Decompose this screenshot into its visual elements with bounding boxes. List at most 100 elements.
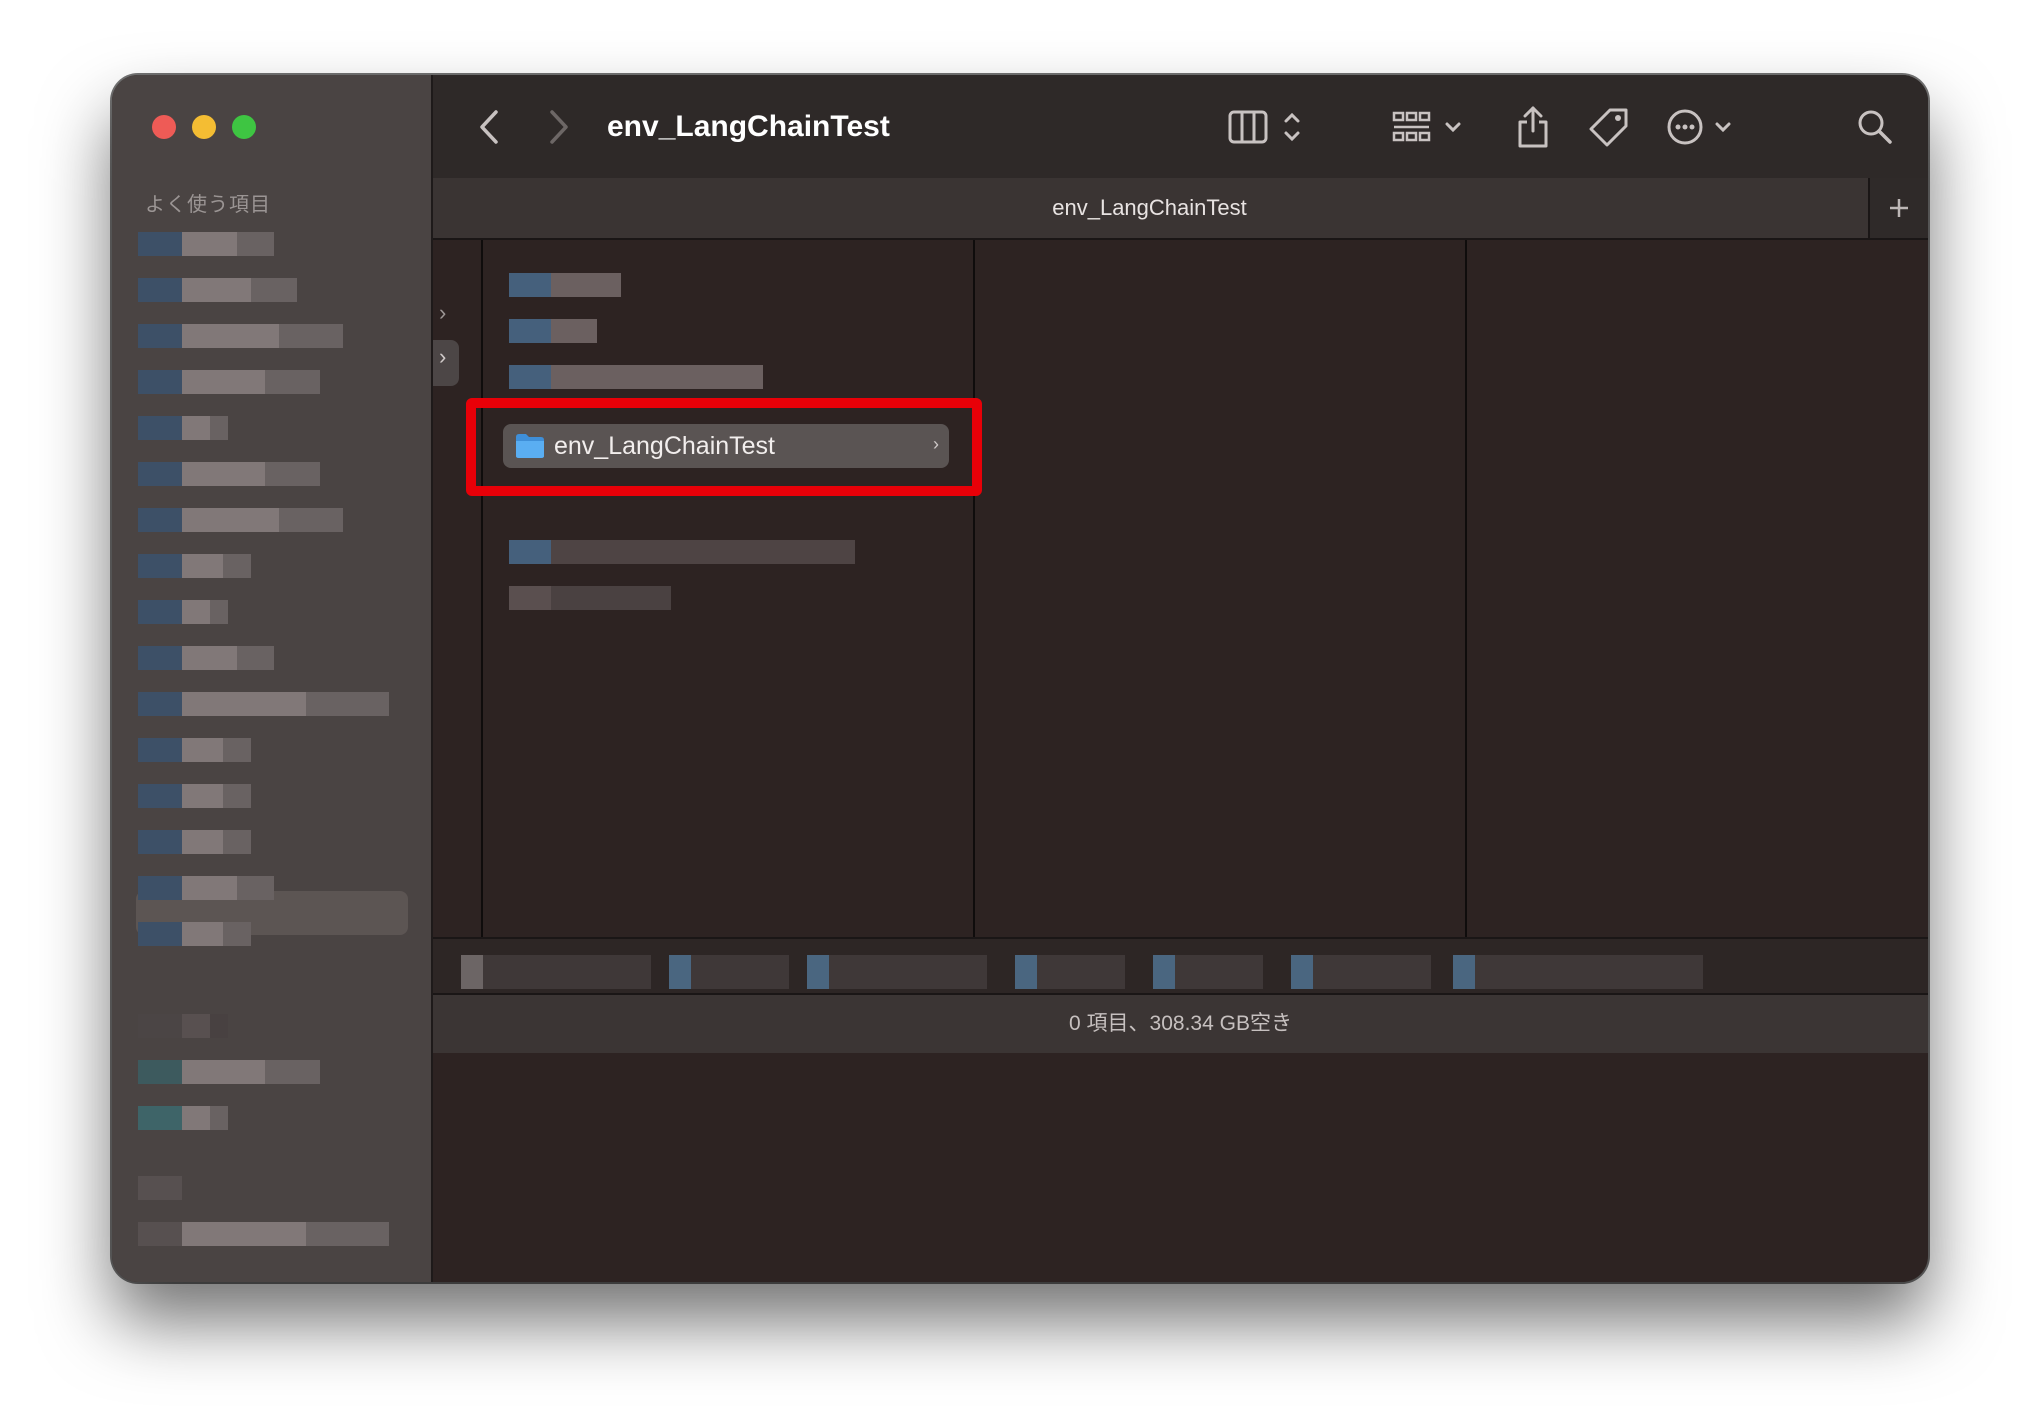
column-browser: › › — [433, 240, 1928, 937]
sidebar-item-label-redacted — [182, 922, 251, 946]
sidebar-item-label-redacted — [182, 830, 251, 854]
search-button[interactable] — [1853, 105, 1897, 149]
grid-group-icon — [1392, 111, 1461, 142]
sidebar-item-label-redacted — [182, 1014, 228, 1038]
sidebar-item-label-redacted — [182, 554, 251, 578]
sidebar-item-icon — [138, 830, 182, 854]
sidebar-item-icon — [138, 508, 182, 532]
sidebar-heading-favorites: よく使う項目 — [145, 194, 271, 216]
path-segment[interactable] — [1015, 955, 1125, 989]
sidebar-item-icon — [138, 462, 182, 486]
file-icon — [509, 586, 551, 610]
sidebar-item-label-redacted — [182, 278, 297, 302]
chevron-right-icon[interactable]: › — [439, 300, 446, 326]
sidebar-item-icon — [138, 1176, 182, 1200]
sidebar-item-label-redacted — [182, 1060, 320, 1084]
folder-icon — [509, 540, 551, 564]
disk-icon — [461, 955, 483, 989]
sidebar-item-label-redacted — [182, 232, 274, 256]
annotation-highlight-box — [466, 398, 982, 496]
sidebar-item-icon — [138, 876, 182, 900]
path-segment[interactable] — [669, 955, 789, 989]
view-mode-button[interactable] — [1226, 105, 1316, 149]
sidebar-item-label-redacted — [182, 508, 343, 532]
sidebar-item-icon — [138, 692, 182, 716]
sidebar-item-label-redacted — [182, 1222, 389, 1246]
folder-icon — [509, 365, 551, 389]
back-button[interactable] — [469, 105, 509, 149]
folder-icon — [509, 273, 551, 297]
tab-bar: env_LangChainTest — [433, 178, 1928, 240]
chevron-left-icon — [480, 110, 498, 144]
folder-icon — [509, 319, 551, 343]
path-segment[interactable] — [1291, 955, 1431, 989]
finder-window: よく使う項目 env_LangChainTest env_LangChainTe… — [112, 75, 1928, 1282]
column-divider[interactable] — [1465, 240, 1467, 937]
sidebar-item-label-redacted — [182, 784, 251, 808]
plus-icon — [1890, 199, 1908, 217]
sidebar-item-icon — [138, 232, 182, 256]
sidebar-item-icon — [138, 922, 182, 946]
sidebar-item-icon — [138, 324, 182, 348]
minimize-button[interactable] — [192, 115, 216, 139]
sidebar-item-icon — [138, 370, 182, 394]
folder-icon — [807, 955, 829, 989]
sidebar-item-label-redacted — [182, 416, 228, 440]
sidebar-item-icon — [138, 600, 182, 624]
path-segment[interactable] — [1453, 955, 1703, 989]
sidebar-item-label-redacted — [182, 324, 343, 348]
folder-icon — [1453, 955, 1475, 989]
window-controls — [152, 115, 256, 139]
more-actions-button[interactable] — [1665, 105, 1739, 149]
tag-button[interactable] — [1587, 105, 1631, 149]
sidebar: よく使う項目 — [112, 75, 433, 1282]
sidebar-item-icon — [138, 784, 182, 808]
path-segment[interactable] — [461, 955, 651, 989]
sidebar-item-icon — [138, 738, 182, 762]
chevron-right-icon: › — [439, 344, 447, 369]
columns-view-icon — [1228, 110, 1300, 144]
sidebar-item-label-redacted — [182, 462, 320, 486]
sidebar-item-icon — [138, 1222, 182, 1246]
sidebar-item-label-redacted — [182, 600, 228, 624]
sidebar-item-icon — [138, 416, 182, 440]
folder-icon — [1015, 955, 1037, 989]
ellipsis-circle-icon — [1667, 109, 1731, 145]
list-item-label-redacted — [551, 319, 597, 343]
group-button[interactable] — [1391, 105, 1467, 149]
sidebar-item-label-redacted — [182, 370, 320, 394]
tab-env-langchaintest[interactable]: env_LangChainTest — [433, 178, 1866, 238]
tag-icon — [1589, 108, 1628, 147]
sidebar-item-icon — [138, 1060, 182, 1084]
sidebar-item-icon — [138, 554, 182, 578]
chevron-right-icon — [550, 110, 568, 144]
sidebar-item-label-redacted — [182, 738, 251, 762]
list-item-label-redacted — [551, 540, 855, 564]
sidebar-item-label-redacted — [182, 1106, 228, 1130]
list-item-label-redacted — [551, 365, 763, 389]
folder-icon — [1153, 955, 1175, 989]
folder-icon — [669, 955, 691, 989]
path-segment[interactable] — [1153, 955, 1263, 989]
forward-button[interactable] — [539, 105, 579, 149]
folder-icon — [1291, 955, 1313, 989]
sidebar-item-label-redacted — [182, 646, 274, 670]
share-button[interactable] — [1513, 105, 1553, 149]
column-divider[interactable] — [481, 240, 483, 937]
close-button[interactable] — [152, 115, 176, 139]
search-icon — [1858, 110, 1892, 144]
column-divider[interactable] — [973, 240, 975, 937]
sidebar-item-label-redacted — [182, 692, 389, 716]
list-item-label-redacted — [551, 586, 671, 610]
zoom-button[interactable] — [232, 115, 256, 139]
window-title: env_LangChainTest — [607, 110, 890, 143]
share-icon — [1518, 106, 1548, 148]
sidebar-item-icon — [138, 278, 182, 302]
sidebar-item-icon — [138, 646, 182, 670]
status-bar: 0 項目、308.34 GB空き — [433, 993, 1928, 1053]
list-item-label-redacted — [551, 273, 621, 297]
path-segment[interactable] — [807, 955, 987, 989]
toolbar: env_LangChainTest — [433, 75, 1928, 178]
new-tab-button[interactable] — [1868, 178, 1928, 238]
sidebar-item-label-redacted — [182, 876, 274, 900]
